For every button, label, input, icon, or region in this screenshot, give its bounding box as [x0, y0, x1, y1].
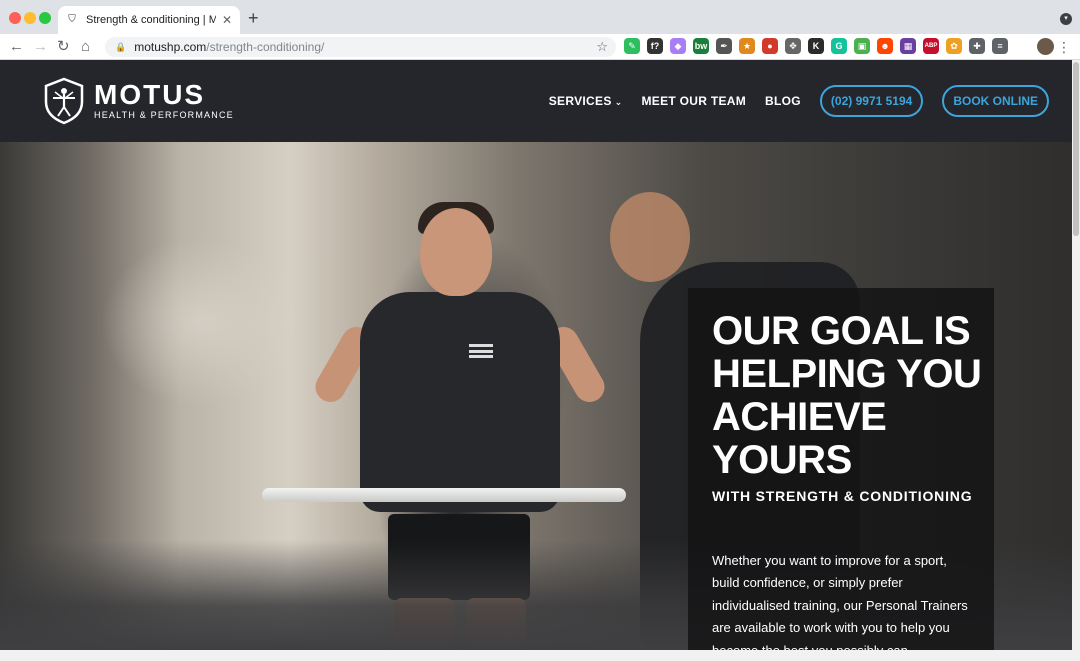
formula-icon[interactable]: f?: [647, 38, 663, 54]
hero-text-panel: OUR GOAL IS HELPING YOU ACHIEVE YOURS WI…: [688, 288, 994, 650]
maximize-window-button[interactable]: [39, 12, 51, 24]
browser-menu-icon[interactable]: ⋮: [1057, 37, 1071, 57]
evernote-icon[interactable]: ✎: [624, 38, 640, 54]
extensions-row: ✎ f? ◆ bw ✒ ★ ● ✥ K G ▣ ☻ ▦ ABP ✿ ✚ ≡: [624, 38, 1008, 54]
browser-toolbar: ← → ↻ ⌂ 🔒 motushp.com/strength-condition…: [0, 34, 1080, 60]
athlete-head: [420, 208, 492, 296]
window-bottom-edge: [0, 650, 1080, 661]
brand-tagline: HEALTH & PERFORMANCE: [94, 110, 234, 120]
nav-services-label: SERVICES: [548, 94, 612, 108]
browser-tab-bar: ⛉ Strength & conditioning | Motus ✕ + ▾: [0, 0, 1080, 34]
new-tab-button[interactable]: +: [248, 9, 259, 27]
site-header: MOTUS HEALTH & PERFORMANCE SERVICES ⌄ MEE…: [0, 60, 1072, 142]
tab-title: Strength & conditioning | Motus: [86, 14, 216, 26]
chevron-down-icon: ⌄: [614, 97, 623, 107]
hero-description: Whether you want to improve for a sport,…: [712, 553, 968, 650]
url-path: /strength-conditioning/: [206, 40, 325, 54]
reddit-icon[interactable]: ☻: [877, 38, 893, 54]
grammarly-icon[interactable]: G: [831, 38, 847, 54]
extensions-icon[interactable]: ✚: [969, 38, 985, 54]
flower-icon[interactable]: ✿: [946, 38, 962, 54]
brand-name: MOTUS: [94, 79, 206, 110]
k-icon[interactable]: K: [808, 38, 824, 54]
minimize-window-button[interactable]: [24, 12, 36, 24]
bw-icon[interactable]: bw: [693, 38, 709, 54]
red-badge-icon[interactable]: ●: [762, 38, 778, 54]
back-arrow-icon[interactable]: ←: [9, 37, 24, 57]
home-icon[interactable]: ⌂: [81, 37, 90, 57]
hero-subtitle: WITH STRENGTH & CONDITIONING: [712, 488, 973, 504]
eyedropper-icon[interactable]: ✒: [716, 38, 732, 54]
forward-arrow-icon[interactable]: →: [33, 37, 48, 57]
book-online-button[interactable]: BOOK ONLINE: [942, 85, 1049, 117]
close-window-button[interactable]: [9, 12, 21, 24]
frame-icon[interactable]: ▦: [900, 38, 916, 54]
move-icon[interactable]: ✥: [785, 38, 801, 54]
address-bar[interactable]: 🔒 motushp.com/strength-conditioning/ ☆: [105, 37, 616, 57]
playlist-icon[interactable]: ≡: [992, 38, 1008, 54]
lock-icon: 🔒: [115, 41, 127, 52]
phone-button[interactable]: (02) 9971 5194: [819, 85, 924, 117]
abp-icon[interactable]: ABP: [923, 38, 939, 54]
bookmark-star-icon[interactable]: ☆: [596, 39, 608, 55]
puzzle-purple-icon[interactable]: ◆: [670, 38, 686, 54]
motus-logo[interactable]: MOTUS HEALTH & PERFORMANCE: [43, 77, 234, 125]
hero-title: OUR GOAL IS HELPING YOU ACHIEVE YOURS: [712, 309, 982, 482]
badge-icon[interactable]: ★: [739, 38, 755, 54]
shirt-logo: [469, 344, 493, 358]
reload-icon[interactable]: ↻: [57, 37, 70, 57]
training-bar: [262, 488, 626, 502]
nav-services[interactable]: SERVICES ⌄: [549, 94, 623, 108]
trainer-head: [610, 192, 690, 282]
vitruvian-shield-icon: [44, 77, 84, 125]
athlete-shirt: [360, 292, 560, 512]
nav-blog[interactable]: BLOG: [765, 94, 801, 108]
scrollbar-thumb[interactable]: [1073, 62, 1079, 236]
nav-meet-our-team[interactable]: MEET OUR TEAM: [641, 94, 746, 108]
url-host: motushp.com: [134, 40, 207, 54]
profile-avatar[interactable]: [1037, 38, 1054, 55]
main-nav: SERVICES ⌄ MEET OUR TEAM BLOG (02) 9971 5…: [549, 85, 1049, 117]
tab-search-icon[interactable]: ▾: [1060, 13, 1072, 25]
close-tab-icon[interactable]: ✕: [222, 13, 232, 27]
inbox-icon[interactable]: ▣: [854, 38, 870, 54]
page-viewport: OUR GOAL IS HELPING YOU ACHIEVE YOURS WI…: [0, 60, 1072, 650]
page-scrollbar[interactable]: [1072, 60, 1080, 650]
hero-section: OUR GOAL IS HELPING YOU ACHIEVE YOURS WI…: [0, 142, 1072, 650]
shield-icon: ⛉: [68, 14, 76, 25]
browser-tab[interactable]: ⛉ Strength & conditioning | Motus ✕: [58, 6, 240, 34]
